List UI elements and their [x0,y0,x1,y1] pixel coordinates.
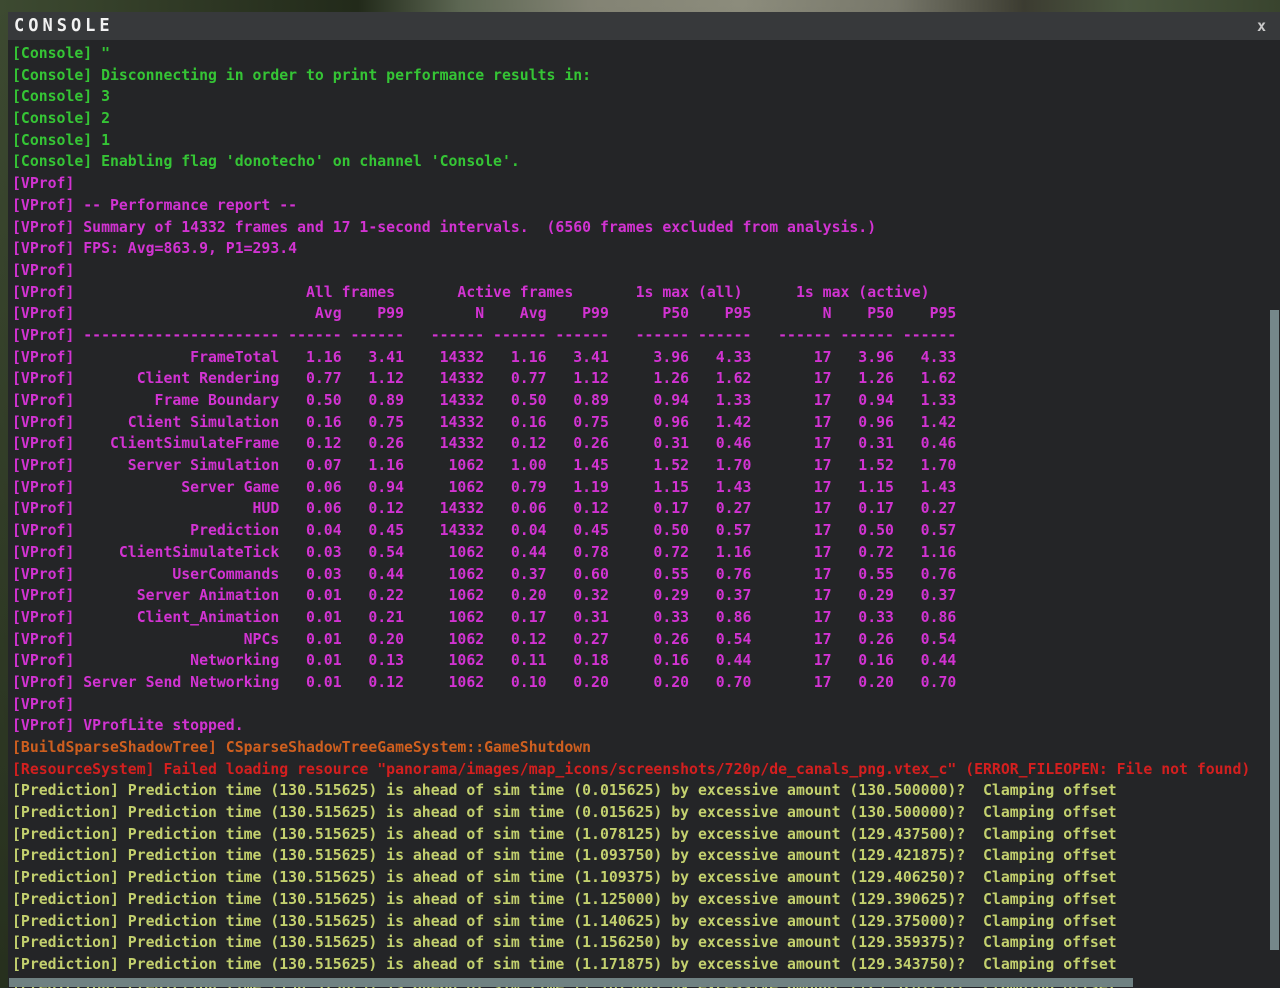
log-line: [VProf] FPS: Avg=863.9, P1=293.4 [12,240,298,258]
log-line: [VProf] Client Simulation 0.16 0.75 1433… [12,413,957,431]
log-line: [Prediction] Prediction time (130.515625… [12,890,1117,908]
log-line: [VProf] UserCommands 0.03 0.44 1062 0.37… [12,565,957,583]
log-line: [VProf] Summary of 14332 frames and 17 1… [12,218,877,236]
log-line: [VProf] -- Performance report -- [12,196,298,214]
log-line: [VProf] All frames Active frames 1s max … [12,283,930,301]
log-line: [VProf] ClientSimulateFrame 0.12 0.26 14… [12,435,957,453]
log-line: [Console] 2 [12,110,110,128]
console-window: CONSOLE x [Console] " [Console] Disconnec… [8,12,1280,988]
log-line: [VProf] Avg P99 N Avg P99 P50 P95 N P50 … [12,305,957,323]
log-line: [VProf] Networking 0.01 0.13 1062 0.11 0… [12,652,957,670]
horizontal-scrollbar-thumb[interactable] [9,978,1133,987]
vertical-scrollbar[interactable] [1269,40,1280,988]
log-line: [Console] 3 [12,88,110,106]
console-log[interactable]: [Console] " [Console] Disconnecting in or… [8,40,1280,988]
close-icon[interactable]: x [1257,18,1266,34]
log-line: [VProf] NPCs 0.01 0.20 1062 0.12 0.27 0.… [12,630,957,648]
log-line: [VProf] ClientSimulateTick 0.03 0.54 106… [12,543,957,561]
log-line: [Console] " [12,45,110,62]
log-line: [Console] Enabling flag 'donotecho' on c… [12,153,520,171]
log-line: [Prediction] Prediction time (130.515625… [12,825,1117,843]
log-line: [Prediction] Prediction time (130.515625… [12,869,1117,887]
vertical-scrollbar-thumb[interactable] [1270,310,1279,950]
log-line: [Prediction] Prediction time (130.515625… [12,934,1117,952]
log-line: [Prediction] Prediction time (130.515625… [12,804,1117,822]
log-line: [Prediction] Prediction time (130.515625… [12,955,1117,973]
log-line: [Prediction] Prediction time (130.515625… [12,847,1117,865]
log-line: [VProf] FrameTotal 1.16 3.41 14332 1.16 … [12,348,957,366]
log-line: [VProf] [12,261,75,279]
console-title: CONSOLE [14,15,114,37]
log-line: [VProf] [12,175,75,193]
log-line: [VProf] Server Send Networking 0.01 0.12… [12,673,957,691]
log-line: [Prediction] Prediction time (130.515625… [12,782,1117,800]
log-line: [ResourceSystem] Failed loading resource… [12,760,1251,778]
log-line: [Console] 1 [12,131,110,149]
log-line: [VProf] ---------------------- ------ --… [12,326,957,344]
log-line: [VProf] Prediction 0.04 0.45 14332 0.04 … [12,522,957,540]
log-line: [VProf] [12,695,75,713]
log-line: [Console] Disconnecting in order to prin… [12,66,592,84]
log-line: [Prediction] Prediction time (130.515625… [12,912,1117,930]
log-line: [VProf] Frame Boundary 0.50 0.89 14332 0… [12,392,957,409]
log-line: [VProf] Client Rendering 0.77 1.12 14332… [12,370,957,388]
log-line: [VProf] VProfLite stopped. [12,717,244,735]
horizontal-scrollbar[interactable] [8,978,1268,987]
screen: { "window": { "title": "CONSOLE", "close… [0,0,1280,988]
log-line: [VProf] Server Animation 0.01 0.22 1062 … [12,587,957,605]
console-titlebar[interactable]: CONSOLE x [8,12,1280,40]
log-line: [VProf] HUD 0.06 0.12 14332 0.06 0.12 0.… [12,500,957,518]
log-line: [BuildSparseShadowTree] CSparseShadowTre… [12,739,592,756]
log-line: [VProf] Client_Animation 0.01 0.21 1062 … [12,608,957,626]
log-line: [VProf] Server Game 0.06 0.94 1062 0.79 … [12,478,957,496]
log-line: [VProf] Server Simulation 0.07 1.16 1062… [12,457,957,475]
